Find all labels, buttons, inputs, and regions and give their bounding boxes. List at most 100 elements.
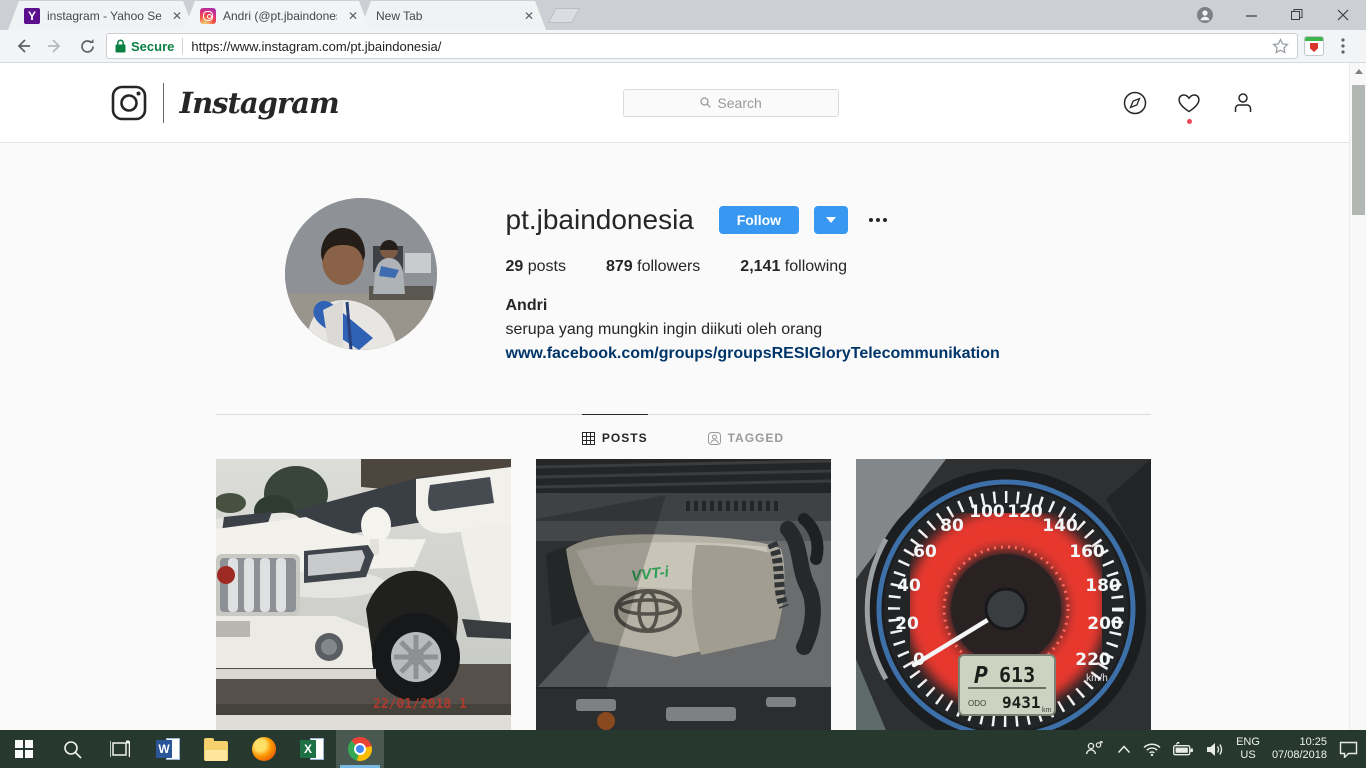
- avatar[interactable]: [285, 198, 437, 350]
- taskbar-excel-button[interactable]: X: [288, 730, 336, 768]
- browser-toolbar: Secure https://www.instagram.com/pt.jbai…: [0, 30, 1366, 63]
- file-explorer-icon: [204, 741, 228, 761]
- chrome-icon: [348, 737, 372, 761]
- profile-stats: 29 posts 879 followers 2,141 following: [506, 258, 1151, 276]
- post-speedometer[interactable]: 0 20 40 60 80 100 120 140 160 180 200 22…: [856, 459, 1151, 730]
- follow-button[interactable]: Follow: [719, 206, 799, 234]
- reload-button[interactable]: [74, 33, 100, 59]
- minimize-button[interactable]: [1228, 0, 1274, 30]
- followers-stat[interactable]: 879 followers: [606, 258, 700, 276]
- taskbar-chrome-button[interactable]: [336, 730, 384, 768]
- secure-indicator[interactable]: Secure: [115, 39, 174, 54]
- odo-value: 9431: [1002, 693, 1041, 712]
- search-placeholder: Search: [717, 95, 761, 111]
- people-icon[interactable]: [1085, 741, 1105, 757]
- bookmark-star-icon[interactable]: [1272, 38, 1289, 55]
- tab-title: instagram - Yahoo Search: [47, 9, 161, 23]
- language-indicator[interactable]: ENG US: [1236, 736, 1260, 762]
- taskbar-firefox-button[interactable]: [240, 730, 288, 768]
- clock-date: 07/08/2018: [1272, 749, 1327, 762]
- forward-button[interactable]: [42, 33, 68, 59]
- new-tab-button[interactable]: [548, 8, 580, 23]
- website-link[interactable]: www.facebook.com/groups/groupsRESIGloryT…: [506, 345, 1000, 362]
- instagram-brand[interactable]: Instagram: [111, 83, 339, 123]
- instagram-camera-logo-icon: [111, 85, 147, 121]
- svg-text:220: 220: [1075, 650, 1111, 670]
- instagram-wordmark[interactable]: Instagram: [180, 86, 339, 120]
- scroll-up-icon[interactable]: [1350, 63, 1366, 79]
- more-options-icon[interactable]: [869, 218, 887, 222]
- volume-icon[interactable]: [1206, 742, 1224, 757]
- browser-tab-strip: Y instagram - Yahoo Search ✕ Andri (@pt.…: [0, 0, 1366, 30]
- tab-tagged[interactable]: TAGGED: [708, 415, 784, 459]
- taskbar-word-button[interactable]: W: [144, 730, 192, 768]
- svg-text:100: 100: [969, 502, 1005, 522]
- windows-logo-icon: [15, 740, 33, 758]
- follow-dropdown-button[interactable]: [814, 206, 848, 234]
- odo-label: ODO: [968, 699, 986, 708]
- profile-tabs: POSTS TAGGED: [216, 414, 1151, 459]
- full-name: Andri: [506, 294, 1151, 318]
- bio-text: serupa yang mungkin ingin diikuti oleh o…: [506, 318, 1151, 342]
- taskbar-search-button[interactable]: [48, 730, 96, 768]
- username: pt.jbaindonesia: [506, 204, 694, 236]
- taskbar-clock[interactable]: 10:25 07/08/2018: [1272, 736, 1327, 762]
- following-count: 2,141: [740, 258, 780, 275]
- post-engine-bay[interactable]: VVT-i: [536, 459, 831, 730]
- tab-posts[interactable]: POSTS: [582, 414, 648, 459]
- task-view-icon: [110, 740, 130, 758]
- svg-text:160: 160: [1069, 542, 1105, 562]
- brand-divider: [163, 83, 164, 123]
- profile-person-icon[interactable]: [1231, 91, 1255, 115]
- svg-text:120: 120: [1007, 502, 1043, 522]
- profile-header: pt.jbaindonesia Follow 29 posts 879 foll…: [216, 198, 1151, 368]
- page-scrollbar[interactable]: [1349, 63, 1366, 730]
- gear-indicator: P: [974, 663, 988, 689]
- search-icon: [63, 740, 82, 759]
- followers-count: 879: [606, 258, 633, 275]
- wifi-icon[interactable]: [1143, 742, 1161, 756]
- instagram-page: Instagram Search: [0, 63, 1366, 730]
- gauge-unit: km/h: [1086, 673, 1108, 684]
- adblock-extension-icon[interactable]: [1304, 36, 1324, 56]
- excel-icon: X: [300, 737, 324, 761]
- tab-close-icon[interactable]: ✕: [520, 7, 538, 25]
- activity-heart-icon[interactable]: [1177, 91, 1201, 115]
- photo-timestamp: 22/01/2018 1: [373, 697, 467, 712]
- tab-instagram-profile[interactable]: Andri (@pt.jbaindonesia) ✕: [184, 1, 370, 30]
- close-window-button[interactable]: [1320, 0, 1366, 30]
- task-view-button[interactable]: [96, 730, 144, 768]
- hidden-icons-chevron-icon[interactable]: [1117, 745, 1131, 754]
- following-label: following: [785, 258, 847, 275]
- taskbar-file-explorer-button[interactable]: [192, 730, 240, 768]
- battery-icon[interactable]: [1173, 742, 1194, 756]
- posts-stat: 29 posts: [506, 258, 567, 276]
- tab-yahoo-search[interactable]: Y instagram - Yahoo Search ✕: [8, 1, 194, 30]
- address-bar[interactable]: Secure https://www.instagram.com/pt.jbai…: [106, 33, 1298, 59]
- tab-title: Andri (@pt.jbaindonesia): [223, 9, 337, 23]
- search-input[interactable]: Search: [623, 89, 839, 117]
- action-center-icon[interactable]: [1339, 741, 1358, 758]
- tab-close-icon[interactable]: ✕: [168, 7, 186, 25]
- back-button[interactable]: [10, 33, 36, 59]
- word-icon: W: [156, 737, 180, 761]
- tab-new-tab[interactable]: New Tab ✕: [360, 1, 546, 30]
- grid-icon: [582, 432, 595, 445]
- instagram-favicon: [200, 8, 216, 24]
- windows-taskbar: W X: [0, 730, 1366, 768]
- browser-menu-icon[interactable]: [1330, 33, 1356, 59]
- browser-profile-icon[interactable]: [1182, 0, 1228, 30]
- tagged-icon: [708, 432, 721, 445]
- tab-tagged-label: TAGGED: [728, 431, 784, 445]
- start-button[interactable]: [0, 730, 48, 768]
- explore-compass-icon[interactable]: [1123, 91, 1147, 115]
- trip-value: 613: [999, 663, 1035, 687]
- following-stat[interactable]: 2,141 following: [740, 258, 847, 276]
- url-text[interactable]: https://www.instagram.com/pt.jbaindonesi…: [191, 39, 1264, 54]
- tab-close-icon[interactable]: ✕: [344, 7, 362, 25]
- post-white-suv[interactable]: 22/01/2018 1: [216, 459, 511, 730]
- restore-button[interactable]: [1274, 0, 1320, 30]
- scrollbar-thumb[interactable]: [1352, 85, 1365, 215]
- firefox-icon: [252, 737, 276, 761]
- posts-grid: 22/01/2018 1: [216, 459, 1151, 730]
